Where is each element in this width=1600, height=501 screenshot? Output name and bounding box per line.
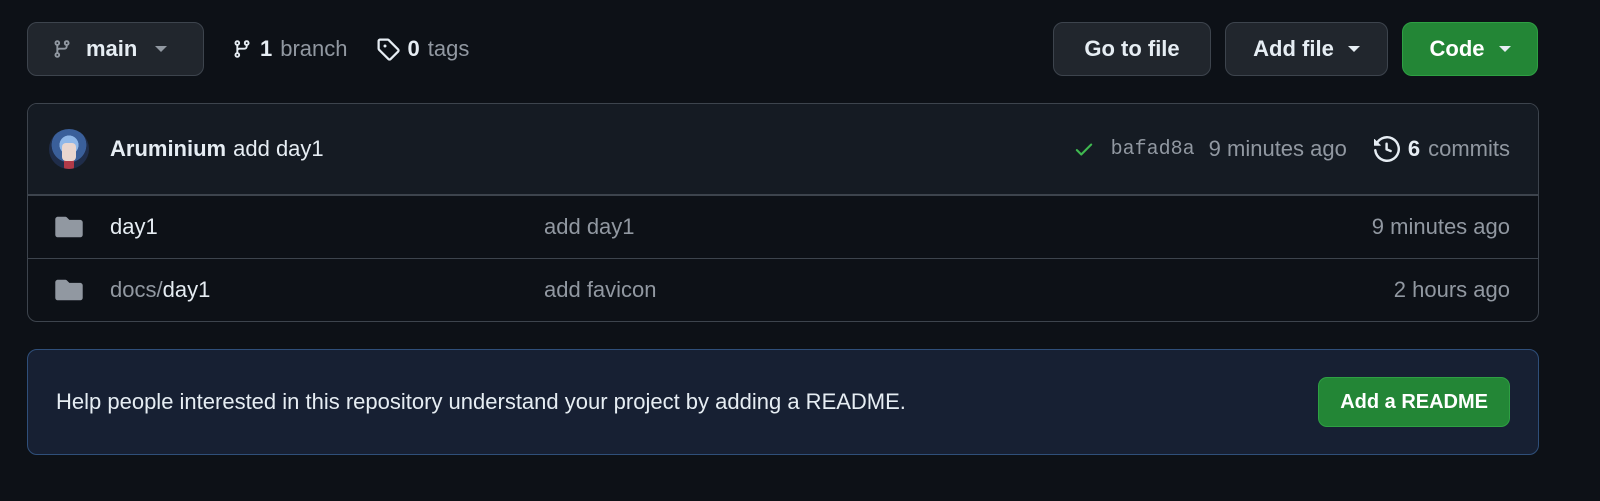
- file-name-text: day1: [110, 214, 158, 239]
- go-to-file-button[interactable]: Go to file: [1053, 22, 1211, 76]
- file-name[interactable]: day1: [110, 214, 544, 240]
- branch-selector-button[interactable]: main: [27, 22, 204, 76]
- add-readme-button[interactable]: Add a README: [1318, 377, 1510, 427]
- tag-count: 0: [407, 36, 420, 61]
- branches-link[interactable]: 1 branch: [232, 36, 348, 62]
- commits-history-link[interactable]: 6 commits: [1373, 136, 1510, 162]
- chevron-down-icon: [1498, 46, 1511, 52]
- latest-commit-row: Aruminium add day1 bafad8a 9 minutes ago…: [28, 104, 1538, 195]
- file-commit-time: 9 minutes ago: [1371, 214, 1510, 239]
- check-icon[interactable]: [1073, 138, 1095, 160]
- readme-banner-text: Help people interested in this repositor…: [56, 389, 906, 414]
- branch-count: 1: [260, 36, 273, 61]
- history-icon: [1373, 136, 1400, 162]
- file-row[interactable]: docs/day1 add favicon 2 hours ago: [28, 258, 1538, 321]
- file-commit-time: 2 hours ago: [1393, 277, 1510, 302]
- file-dir-prefix: docs/: [110, 277, 163, 302]
- avatar[interactable]: [49, 129, 89, 169]
- add-file-label: Add file: [1253, 36, 1334, 61]
- file-commit-message[interactable]: add favicon: [544, 277, 1394, 303]
- folder-icon: [55, 215, 83, 239]
- tag-label: tags: [427, 36, 470, 61]
- readme-banner: Help people interested in this repositor…: [27, 349, 1539, 455]
- file-commit-message[interactable]: add day1: [544, 214, 1372, 240]
- tags-link[interactable]: 0 tags: [376, 36, 470, 62]
- code-button[interactable]: Code: [1402, 22, 1538, 76]
- commit-message[interactable]: add day1: [233, 136, 324, 162]
- commit-label: commits: [1428, 136, 1510, 161]
- commit-time: 9 minutes ago: [1208, 136, 1347, 161]
- folder-icon: [55, 278, 83, 302]
- chevron-down-icon: [155, 46, 168, 52]
- repo-toolbar: main 1 branch 0 tags Go to file Add file…: [27, 22, 1538, 76]
- git-branch-icon: [52, 37, 72, 61]
- code-label: Code: [1429, 36, 1485, 61]
- branch-label: branch: [280, 36, 348, 61]
- chevron-down-icon: [1347, 46, 1360, 52]
- git-branch-icon: [232, 37, 252, 61]
- file-name-text: day1: [162, 277, 211, 302]
- branch-name: main: [86, 36, 138, 61]
- tag-icon: [376, 37, 400, 61]
- file-row[interactable]: day1 add day1 9 minutes ago: [28, 195, 1538, 258]
- file-name[interactable]: docs/day1: [110, 277, 544, 303]
- commit-sha[interactable]: bafad8a: [1111, 138, 1195, 161]
- file-browser: Aruminium add day1 bafad8a 9 minutes ago…: [27, 103, 1539, 322]
- add-file-button[interactable]: Add file: [1225, 22, 1388, 76]
- commit-count: 6: [1407, 136, 1421, 161]
- commit-author[interactable]: Aruminium: [110, 136, 226, 162]
